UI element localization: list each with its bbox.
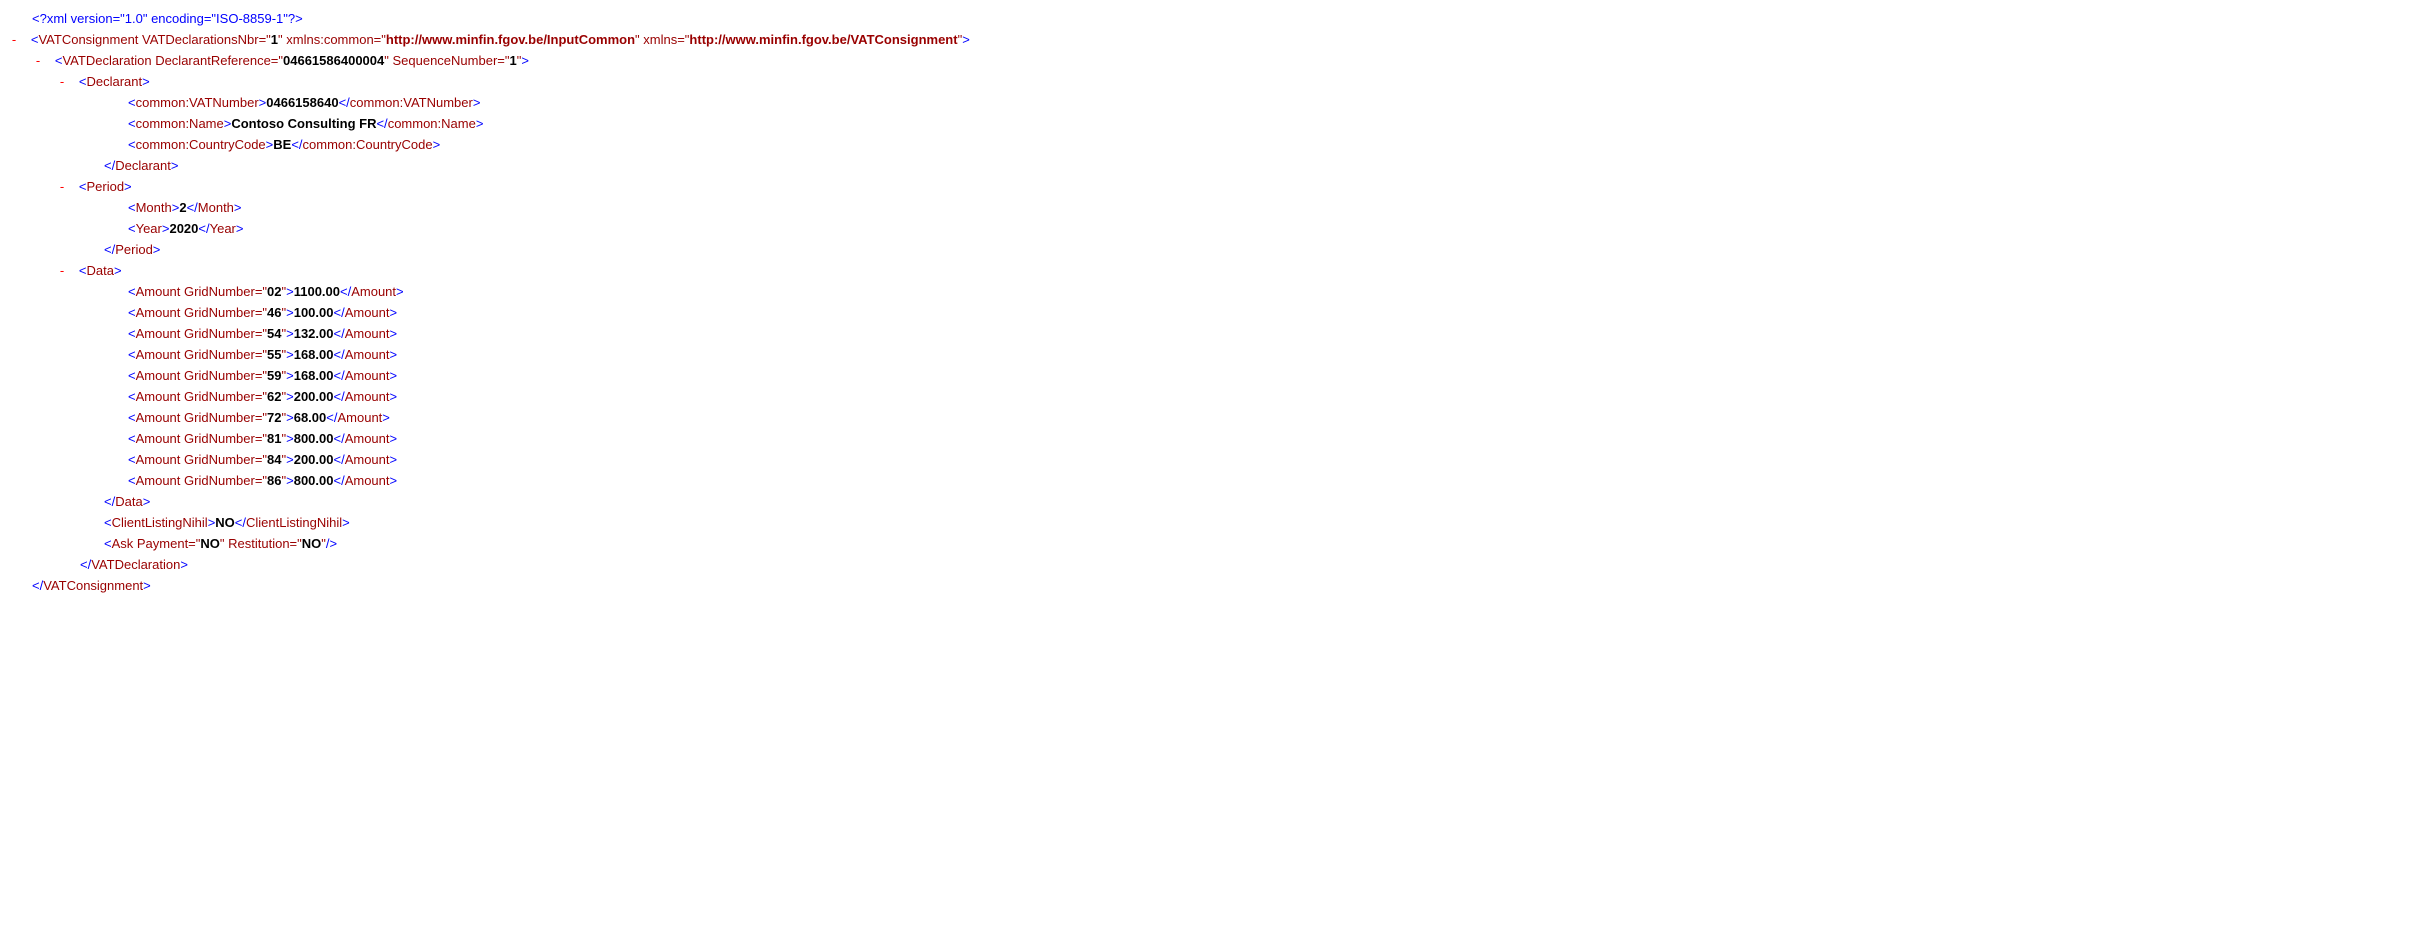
period-open: - <Period> bbox=[8, 176, 2403, 197]
amount-row: <Amount GridNumber="55">168.00</Amount> bbox=[8, 344, 2403, 365]
countrycode-row: <common:CountryCode>BE</common:CountryCo… bbox=[8, 134, 2403, 155]
period-close: </Period> bbox=[8, 239, 2403, 260]
amount-row: <Amount GridNumber="59">168.00</Amount> bbox=[8, 365, 2403, 386]
collapse-icon[interactable]: - bbox=[8, 29, 20, 50]
declarant-open: - <Declarant> bbox=[8, 71, 2403, 92]
declarant-close: </Declarant> bbox=[8, 155, 2403, 176]
root-elem: VATConsignment bbox=[38, 32, 138, 47]
amount-row: <Amount GridNumber="72">68.00</Amount> bbox=[8, 407, 2403, 428]
data-open: - <Data> bbox=[8, 260, 2403, 281]
xml-decl-name: xml bbox=[47, 11, 67, 26]
amount-row: <Amount GridNumber="84">200.00</Amount> bbox=[8, 449, 2403, 470]
vatconsignment-close: </VATConsignment> bbox=[8, 575, 2403, 596]
amount-row: <Amount GridNumber="86">800.00</Amount> bbox=[8, 470, 2403, 491]
vatdeclaration-close: </VATDeclaration> bbox=[8, 554, 2403, 575]
amount-row: <Amount GridNumber="54">132.00</Amount> bbox=[8, 323, 2403, 344]
month-row: <Month>2</Month> bbox=[8, 197, 2403, 218]
xml-decl-attrs: version="1.0" encoding="ISO-8859-1" bbox=[67, 11, 288, 26]
amount-row: <Amount GridNumber="62">200.00</Amount> bbox=[8, 386, 2403, 407]
collapse-icon[interactable]: - bbox=[32, 50, 44, 71]
amount-row: <Amount GridNumber="02">1100.00</Amount> bbox=[8, 281, 2403, 302]
collapse-icon[interactable]: - bbox=[56, 71, 68, 92]
year-row: <Year>2020</Year> bbox=[8, 218, 2403, 239]
data-close: </Data> bbox=[8, 491, 2403, 512]
name-row: <common:Name>Contoso Consulting FR</comm… bbox=[8, 113, 2403, 134]
vatconsignment-open: - <VATConsignment VATDeclarationsNbr="1"… bbox=[8, 29, 2403, 50]
vatdeclaration-open: - <VATDeclaration DeclarantReference="04… bbox=[8, 50, 2403, 71]
amount-row: <Amount GridNumber="46">100.00</Amount> bbox=[8, 302, 2403, 323]
collapse-icon[interactable]: - bbox=[56, 176, 68, 197]
xml-declaration: <?xml version="1.0" encoding="ISO-8859-1… bbox=[8, 8, 2403, 29]
xml-decl-close: ?> bbox=[288, 11, 303, 26]
vatnumber-row: <common:VATNumber>0466158640</common:VAT… bbox=[8, 92, 2403, 113]
xml-decl-open: <? bbox=[32, 11, 47, 26]
clientlistingnihil-row: <ClientListingNihil>NO</ClientListingNih… bbox=[8, 512, 2403, 533]
collapse-icon[interactable]: - bbox=[56, 260, 68, 281]
ask-row: <Ask Payment="NO" Restitution="NO"/> bbox=[8, 533, 2403, 554]
amount-row: <Amount GridNumber="81">800.00</Amount> bbox=[8, 428, 2403, 449]
